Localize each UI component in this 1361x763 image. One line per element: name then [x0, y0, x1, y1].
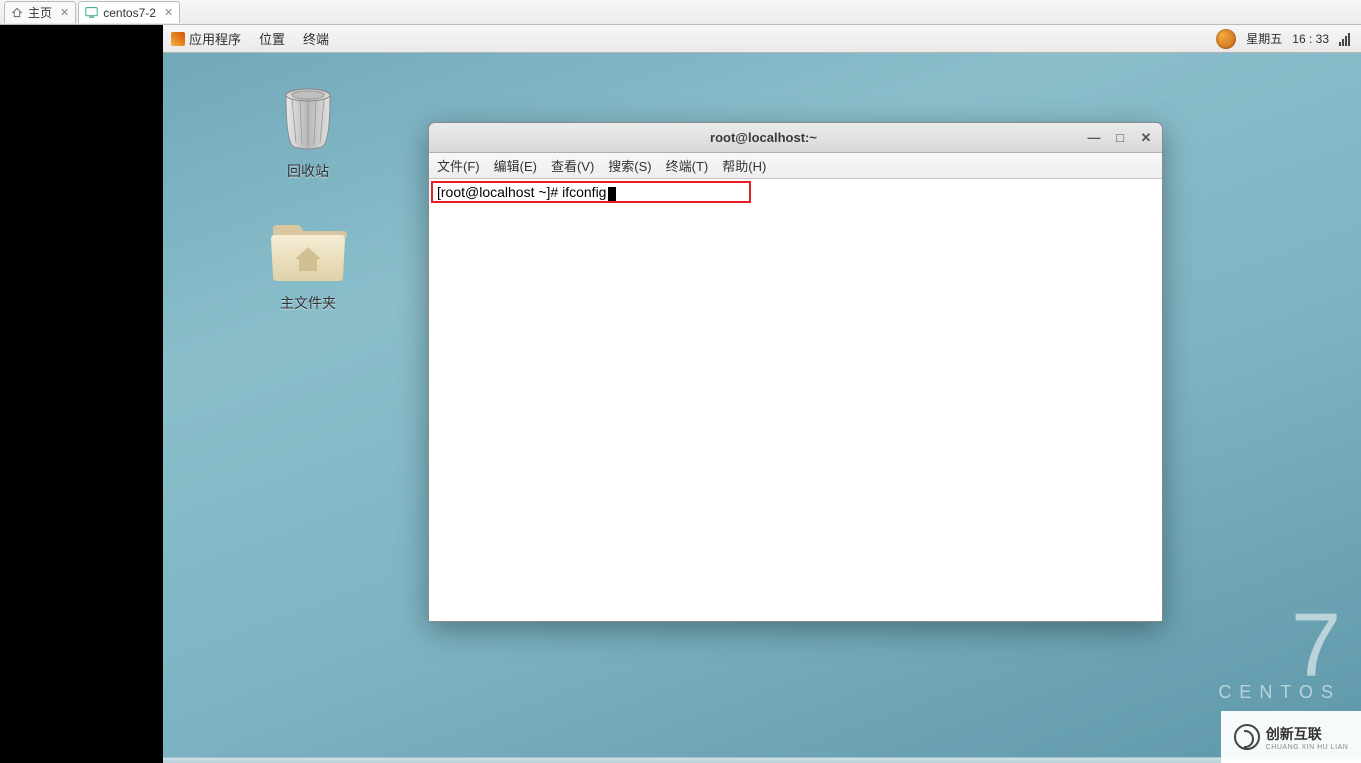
applications-icon: [171, 32, 185, 46]
menu-file[interactable]: 文件(F): [437, 156, 480, 175]
applications-label: 应用程序: [189, 29, 241, 48]
places-label: 位置: [259, 29, 285, 48]
centos-name: CENTOS: [1218, 682, 1341, 703]
centos-version-number: 7: [1218, 610, 1341, 682]
menu-help[interactable]: 帮助(H): [722, 156, 766, 175]
close-icon[interactable]: ✕: [60, 6, 69, 19]
cursor-icon: [608, 187, 616, 202]
vm-tab-centos[interactable]: centos7-2 ✕: [78, 1, 180, 23]
terminal-menubar: 文件(F) 编辑(E) 查看(V) 搜索(S) 终端(T) 帮助(H): [429, 153, 1162, 179]
clock-time[interactable]: 16 : 33: [1292, 32, 1329, 46]
menu-edit[interactable]: 编辑(E): [494, 156, 537, 175]
close-icon[interactable]: ✕: [1140, 132, 1152, 144]
minimize-icon[interactable]: —: [1088, 132, 1100, 144]
menu-search[interactable]: 搜索(S): [608, 156, 651, 175]
menu-terminal[interactable]: 终端(T): [666, 156, 709, 175]
network-icon[interactable]: [1339, 32, 1353, 46]
watermark-subtext: CHUANG XIN HU LIAN: [1266, 744, 1349, 751]
desktop-icons-area: 回收站 主文件夹: [253, 85, 363, 313]
maximize-icon[interactable]: □: [1114, 132, 1126, 144]
terminal-prompt-line: [root@localhost ~]# ifconfig: [437, 184, 606, 200]
trash-label: 回收站: [287, 161, 329, 181]
watermark: 创新互联 CHUANG XIN HU LIAN: [1221, 711, 1361, 763]
watermark-logo-icon: [1234, 724, 1260, 750]
gnome-bottom-bar: [163, 757, 1361, 763]
home-folder-label: 主文件夹: [280, 293, 336, 313]
vm-tab-bar: 主页 ✕ centos7-2 ✕: [0, 0, 1361, 25]
folder-icon: [269, 221, 347, 285]
trash-can-icon: [276, 85, 340, 153]
vm-tab-home-label: 主页: [28, 4, 52, 21]
vm-host-sidebar: [0, 25, 163, 763]
centos-desktop[interactable]: 应用程序 位置 终端 星期五 16 : 33: [163, 25, 1361, 763]
terminal-title: root@localhost:~: [439, 130, 1088, 145]
trash-icon[interactable]: 回收站: [253, 85, 363, 181]
terminal-titlebar[interactable]: root@localhost:~ — □ ✕: [429, 123, 1162, 153]
vm-tab-centos-label: centos7-2: [103, 6, 156, 20]
terminal-label: 终端: [303, 29, 329, 48]
tray-app-icon[interactable]: [1216, 29, 1236, 49]
vm-tab-home[interactable]: 主页 ✕: [4, 1, 76, 23]
terminal-menu[interactable]: 终端: [303, 29, 329, 48]
home-folder-icon[interactable]: 主文件夹: [253, 221, 363, 313]
gnome-panel: 应用程序 位置 终端 星期五 16 : 33: [163, 25, 1361, 53]
watermark-text: 创新互联: [1266, 726, 1322, 742]
applications-menu[interactable]: 应用程序: [171, 29, 241, 48]
menu-view[interactable]: 查看(V): [551, 156, 594, 175]
terminal-window: root@localhost:~ — □ ✕ 文件(F) 编辑(E) 查看(V)…: [428, 122, 1163, 622]
close-icon[interactable]: ✕: [164, 6, 173, 19]
home-icon: [11, 7, 23, 18]
terminal-body[interactable]: [root@localhost ~]# ifconfig: [429, 179, 1162, 621]
vm-icon: [85, 6, 98, 19]
clock-day[interactable]: 星期五: [1246, 30, 1282, 47]
centos-branding: 7 CENTOS: [1218, 610, 1341, 703]
places-menu[interactable]: 位置: [259, 29, 285, 48]
